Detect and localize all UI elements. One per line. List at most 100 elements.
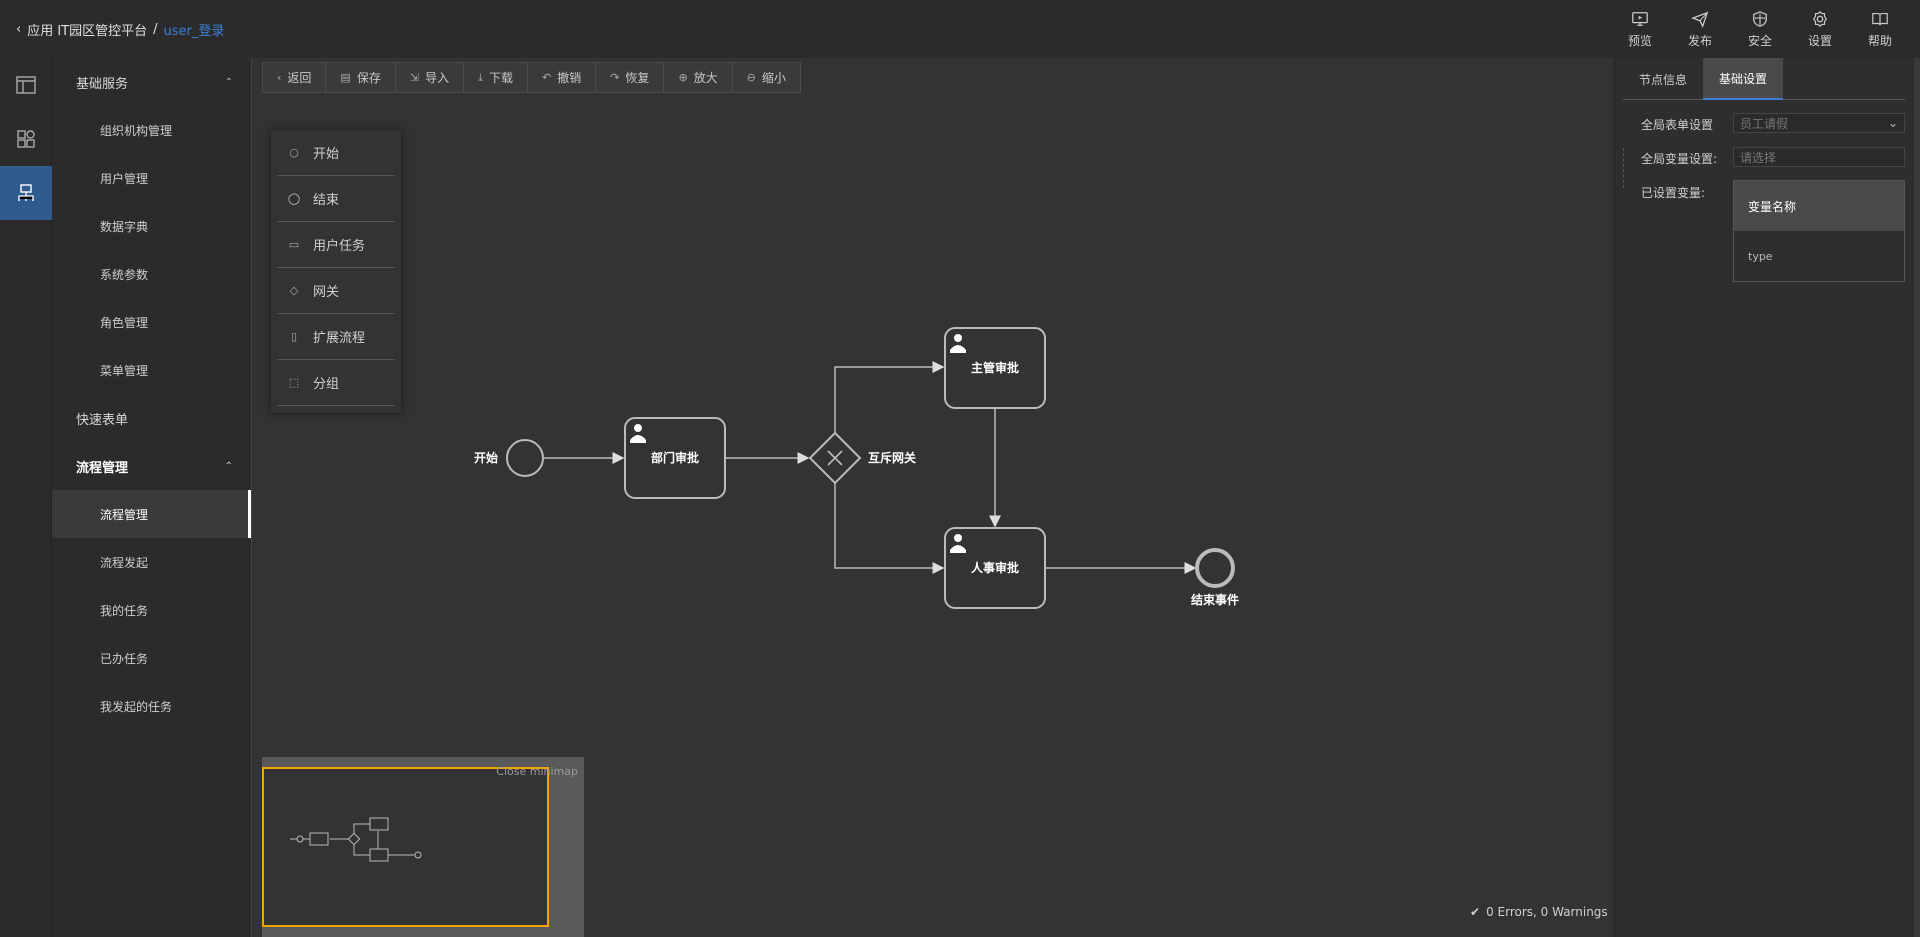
redo-label: 恢复 <box>625 71 650 85</box>
menu-item-sysparams[interactable]: 系统参数 <box>52 250 251 298</box>
gear-icon <box>1812 10 1828 27</box>
close-minimap-button[interactable]: Close minimap <box>496 765 578 778</box>
rail-workflow[interactable] <box>0 166 52 220</box>
minimap-viewport[interactable] <box>262 767 549 927</box>
zoom-in-button[interactable]: ⊕ 放大 <box>664 63 733 92</box>
menu-item-users[interactable]: 用户管理 <box>52 154 251 202</box>
undo-label: 撤销 <box>557 71 582 85</box>
security-label: 安全 <box>1747 33 1772 48</box>
chevron-down-icon: ⌄ <box>1887 116 1898 130</box>
book-icon <box>1872 12 1888 25</box>
header-actions: 预览 发布 安全 设置 帮助 <box>1610 6 1910 52</box>
save-label: 保存 <box>356 71 381 85</box>
menu-item-flow-manage[interactable]: 流程管理 <box>52 490 251 538</box>
shield-icon <box>1753 10 1767 27</box>
help-button[interactable]: 帮助 <box>1850 6 1910 52</box>
save-button[interactable]: ▤ 保存 <box>326 63 396 92</box>
tab-node-info[interactable]: 节点信息 <box>1623 58 1703 100</box>
save-icon: ▤ <box>340 71 351 84</box>
import-button[interactable]: ⇲ 导入 <box>396 63 465 92</box>
minimap[interactable]: Close minimap <box>262 757 584 937</box>
settings-button[interactable]: 设置 <box>1790 6 1850 52</box>
help-label: 帮助 <box>1867 33 1892 48</box>
tab-basic-settings[interactable]: 基础设置 <box>1703 58 1783 100</box>
minimap-preview <box>290 817 422 862</box>
menu-item-dictionary[interactable]: 数据字典 <box>52 202 251 250</box>
zoom-in-icon: ⊕ <box>678 71 688 84</box>
top-header: ‹ 应用 IT园区管控平台 / user_登录 预览 发布 安全 设置 帮助 <box>0 0 1920 58</box>
zoom-out-label: 缩小 <box>761 71 786 85</box>
zoom-out-icon: ⊖ <box>746 71 756 84</box>
download-label: 下载 <box>488 71 513 85</box>
exclusive-gateway[interactable] <box>808 431 862 485</box>
palette-start-label: 开始 <box>313 147 340 162</box>
back-button[interactable]: ‹ 返回 <box>263 63 327 92</box>
menu-group-flow[interactable]: 流程管理 ⌃ <box>52 442 251 490</box>
undo-icon: ↶ <box>541 71 552 84</box>
variables-table-header: 变量名称 <box>1734 181 1904 231</box>
global-form-value: 员工请假 <box>1740 116 1789 131</box>
rail-layout[interactable] <box>0 58 52 112</box>
palette-user-task[interactable]: ▭ 用户任务 <box>277 222 395 268</box>
variables-table-row[interactable]: type <box>1734 231 1904 281</box>
zoom-out-button[interactable]: ⊖ 缩小 <box>733 63 800 92</box>
back-chevron-icon[interactable]: ‹ <box>16 22 21 37</box>
editor-toolbar: ‹ 返回 ▤ 保存 ⇲ 导入 ⤓ 下载 ↶ 撤销 ↷ 恢复 ⊕ 放大 ⊖ 缩小 <box>262 62 801 93</box>
rail-apps[interactable] <box>0 112 52 166</box>
edge-gateway-hr[interactable] <box>834 483 945 574</box>
palette-end[interactable]: ◯ 结束 <box>277 176 395 222</box>
start-event-label: 开始 <box>474 450 498 465</box>
palette-subprocess[interactable]: ▯ 扩展流程 <box>277 314 395 360</box>
palette-gateway[interactable]: ◇ 网关 <box>277 268 395 314</box>
undo-button[interactable]: ↶ 撤销 <box>528 63 597 92</box>
menu-item-org[interactable]: 组织机构管理 <box>52 106 251 154</box>
palette-gateway-label: 网关 <box>313 285 340 300</box>
preview-label: 预览 <box>1627 33 1652 48</box>
validation-status[interactable]: ✔ 0 Errors, 0 Warnings <box>1470 905 1608 919</box>
global-var-select[interactable]: 请选择 <box>1733 147 1905 167</box>
download-button[interactable]: ⤓ 下载 <box>464 63 528 92</box>
menu-item-roles[interactable]: 角色管理 <box>52 298 251 346</box>
task-icon: ▭ <box>288 238 300 251</box>
menu-group-basic[interactable]: 基础服务 ⌃ <box>52 58 251 106</box>
properties-panel: 节点信息 基础设置 全局表单设置 员工请假 ⌄ 全局变量设置: 请选择 已设置变… <box>1614 58 1920 937</box>
redo-button[interactable]: ↷ 恢复 <box>596 63 665 92</box>
start-event[interactable] <box>506 439 544 477</box>
edge-gateway-manager[interactable] <box>834 361 945 433</box>
menu-item-menus[interactable]: 菜单管理 <box>52 346 251 394</box>
task-hr-label: 人事审批 <box>971 560 1019 575</box>
menu-quick-form-label: 快速表单 <box>76 412 129 428</box>
global-form-label: 全局表单设置 <box>1641 118 1714 132</box>
import-icon: ⇲ <box>409 71 420 84</box>
palette-user-task-label: 用户任务 <box>313 239 366 254</box>
diamond-icon: ◇ <box>289 284 299 297</box>
panel-scrollbar[interactable] <box>1914 58 1920 937</box>
menu-quick-form[interactable]: 快速表单 <box>52 394 251 442</box>
breadcrumb-app[interactable]: 应用 IT园区管控平台 <box>27 20 147 39</box>
palette-start[interactable]: ○ 开始 <box>277 130 395 176</box>
publish-button[interactable]: 发布 <box>1670 6 1730 52</box>
preview-button[interactable]: 预览 <box>1610 6 1670 52</box>
palette-group[interactable]: ⬚ 分组 <box>277 360 395 406</box>
dashed-square-icon: ⬚ <box>288 376 300 389</box>
breadcrumb-current[interactable]: user_登录 <box>164 20 225 39</box>
publish-label: 发布 <box>1687 33 1712 48</box>
global-var-label: 全局变量设置: <box>1641 152 1718 166</box>
end-event-label: 结束事件 <box>1191 592 1239 607</box>
menu-item-flow-start[interactable]: 流程发起 <box>52 538 251 586</box>
divider <box>1623 148 1624 188</box>
menu-item-initiated-tasks[interactable]: 我发起的任务 <box>52 682 251 730</box>
element-palette: ○ 开始 ◯ 结束 ▭ 用户任务 ◇ 网关 ▯ 扩展流程 ⬚ 分组 <box>271 130 401 413</box>
breadcrumb: ‹ 应用 IT园区管控平台 / user_登录 <box>16 20 224 39</box>
menu-group-flow-label: 流程管理 <box>76 460 129 476</box>
chevron-left-icon: ‹ <box>277 71 282 84</box>
global-form-select[interactable]: 员工请假 ⌄ <box>1733 113 1905 133</box>
menu-item-my-tasks[interactable]: 我的任务 <box>52 586 251 634</box>
security-button[interactable]: 安全 <box>1730 6 1790 52</box>
palette-group-label: 分组 <box>313 377 340 392</box>
side-menu: 基础服务 ⌃ 组织机构管理 用户管理 数据字典 系统参数 角色管理 菜单管理 快… <box>52 58 252 937</box>
breadcrumb-separator: / <box>153 22 158 37</box>
end-event[interactable] <box>1195 548 1235 588</box>
menu-item-done-tasks[interactable]: 已办任务 <box>52 634 251 682</box>
layout-icon <box>16 76 36 94</box>
